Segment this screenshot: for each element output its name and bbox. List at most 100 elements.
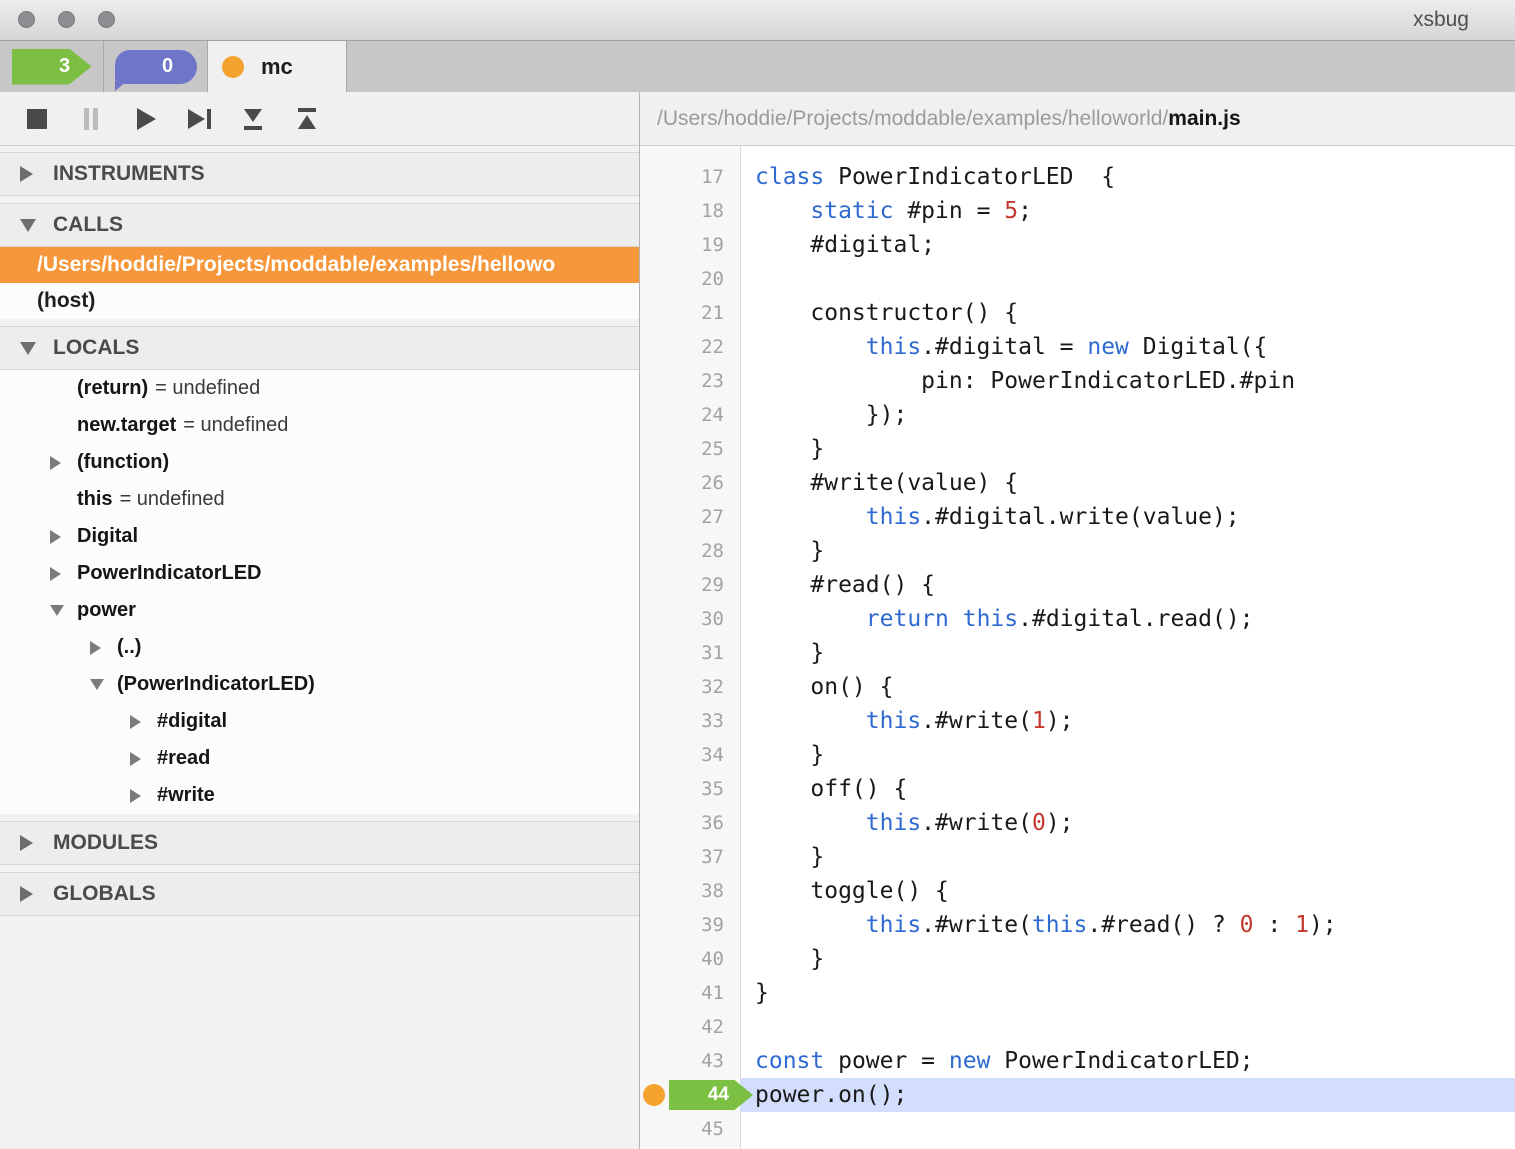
line-number[interactable]: 34 bbox=[640, 738, 740, 772]
local-variable-row[interactable]: new.target= undefined bbox=[0, 407, 639, 444]
line-number[interactable]: 32 bbox=[640, 670, 740, 704]
line-number[interactable]: 45 bbox=[640, 1112, 740, 1146]
local-variable-row[interactable]: #digital bbox=[0, 703, 639, 740]
keyword-token: static bbox=[810, 198, 893, 224]
code-text: this.#write(0); bbox=[740, 806, 1515, 840]
section-modules: MODULES bbox=[0, 821, 639, 865]
title-bar: xsbug bbox=[0, 0, 1515, 41]
line-number[interactable]: 35 bbox=[640, 772, 740, 806]
triangle-right-icon[interactable] bbox=[130, 752, 141, 766]
triangle-right-icon[interactable] bbox=[130, 789, 141, 803]
code-text: power.on(); bbox=[740, 1078, 1515, 1112]
local-variable-row[interactable]: #write bbox=[0, 777, 639, 814]
line-number[interactable]: 29 bbox=[640, 568, 740, 602]
stop-button[interactable] bbox=[22, 104, 52, 134]
messages-tab[interactable]: 0 bbox=[104, 41, 208, 92]
local-variable-row[interactable]: (..) bbox=[0, 629, 639, 666]
triangle-down-icon[interactable] bbox=[90, 679, 104, 690]
line-number[interactable]: 18 bbox=[640, 194, 740, 228]
line-number[interactable]: 33 bbox=[640, 704, 740, 738]
variable-name: this bbox=[77, 488, 113, 511]
line-number[interactable]: 23 bbox=[640, 364, 740, 398]
code-token: .#read() ? bbox=[1087, 912, 1239, 938]
file-path-header: /Users/hoddie/Projects/moddable/examples… bbox=[640, 92, 1515, 146]
line-number[interactable]: 20 bbox=[640, 262, 740, 296]
local-variable-row[interactable]: #read bbox=[0, 740, 639, 777]
line-number[interactable]: 44 bbox=[640, 1078, 740, 1112]
zoom-button[interactable] bbox=[98, 11, 115, 28]
section-header-modules[interactable]: MODULES bbox=[0, 821, 639, 865]
breakpoints-tab[interactable]: 3 bbox=[0, 41, 104, 92]
minimize-button[interactable] bbox=[58, 11, 75, 28]
triangle-right-icon[interactable] bbox=[50, 530, 61, 544]
line-number[interactable]: 27 bbox=[640, 500, 740, 534]
local-variable-row[interactable]: (function) bbox=[0, 444, 639, 481]
step-button[interactable] bbox=[184, 104, 214, 134]
keyword-token: const bbox=[755, 1048, 824, 1074]
line-number[interactable]: 22 bbox=[640, 330, 740, 364]
step-out-button[interactable] bbox=[292, 104, 322, 134]
line-number[interactable]: 39 bbox=[640, 908, 740, 942]
triangle-down-icon[interactable] bbox=[50, 605, 64, 616]
code-text: this.#write(this.#read() ? 0 : 1); bbox=[740, 908, 1515, 942]
section-content-calls: /Users/hoddie/Projects/moddable/examples… bbox=[0, 247, 639, 319]
breakpoint-icon[interactable] bbox=[643, 1084, 665, 1106]
local-variable-row[interactable]: (return)= undefined bbox=[0, 370, 639, 407]
code-token bbox=[755, 912, 866, 938]
line-number[interactable]: 26 bbox=[640, 466, 740, 500]
main-split: INSTRUMENTS CALLS/Users/hoddie/Projects/m… bbox=[0, 92, 1515, 1149]
code-token: Digital({ bbox=[1129, 334, 1267, 360]
line-number[interactable]: 21 bbox=[640, 296, 740, 330]
variable-name: #digital bbox=[157, 710, 227, 733]
line-number[interactable]: 43 bbox=[640, 1044, 740, 1078]
local-variable-row[interactable]: Digital bbox=[0, 518, 639, 555]
line-number[interactable]: 19 bbox=[640, 228, 740, 262]
code-token: .#write( bbox=[921, 708, 1032, 734]
code-token: pin: PowerIndicatorLED.#pin bbox=[755, 368, 1295, 394]
line-number[interactable]: 41 bbox=[640, 976, 740, 1010]
section-header-instruments[interactable]: INSTRUMENTS bbox=[0, 152, 639, 196]
code-text: } bbox=[740, 636, 1515, 670]
code-text: return this.#digital.read(); bbox=[740, 602, 1515, 636]
step-into-icon bbox=[239, 105, 267, 133]
triangle-right-icon[interactable] bbox=[50, 567, 61, 581]
call-frame-row[interactable]: /Users/hoddie/Projects/moddable/examples… bbox=[0, 247, 639, 283]
line-number[interactable]: 25 bbox=[640, 432, 740, 466]
line-number[interactable]: 17 bbox=[640, 160, 740, 194]
code-line: 18 static #pin = 5; bbox=[640, 194, 1515, 228]
code-line: 23 pin: PowerIndicatorLED.#pin bbox=[640, 364, 1515, 398]
pause-button[interactable] bbox=[76, 104, 106, 134]
line-number[interactable]: 37 bbox=[640, 840, 740, 874]
triangle-right-icon[interactable] bbox=[50, 456, 61, 470]
section-header-locals[interactable]: LOCALS bbox=[0, 326, 639, 370]
call-frame-row[interactable]: (host) bbox=[0, 283, 639, 319]
machine-tab-mc[interactable]: mc bbox=[208, 41, 347, 92]
code-line: 26 #write(value) { bbox=[640, 466, 1515, 500]
line-number[interactable]: 36 bbox=[640, 806, 740, 840]
step-into-button[interactable] bbox=[238, 104, 268, 134]
local-variable-row[interactable]: PowerIndicatorLED bbox=[0, 555, 639, 592]
machine-status-dot-icon bbox=[222, 56, 244, 78]
line-number[interactable]: 28 bbox=[640, 534, 740, 568]
code-token bbox=[755, 810, 866, 836]
line-number[interactable]: 30 bbox=[640, 602, 740, 636]
triangle-right-icon[interactable] bbox=[130, 715, 141, 729]
local-variable-row[interactable]: power bbox=[0, 592, 639, 629]
line-number[interactable]: 40 bbox=[640, 942, 740, 976]
keyword-token: this bbox=[866, 504, 921, 530]
line-number[interactable]: 31 bbox=[640, 636, 740, 670]
stop-icon bbox=[23, 105, 51, 133]
line-number[interactable]: 24 bbox=[640, 398, 740, 432]
code-text: this.#digital = new Digital({ bbox=[740, 330, 1515, 364]
close-button[interactable] bbox=[18, 11, 35, 28]
section-header-calls[interactable]: CALLS bbox=[0, 203, 639, 247]
section-instruments: INSTRUMENTS bbox=[0, 152, 639, 196]
triangle-right-icon[interactable] bbox=[90, 641, 101, 655]
local-variable-row[interactable]: (PowerIndicatorLED) bbox=[0, 666, 639, 703]
section-header-globals[interactable]: GLOBALS bbox=[0, 872, 639, 916]
code-token: } bbox=[755, 742, 824, 768]
line-number[interactable]: 38 bbox=[640, 874, 740, 908]
local-variable-row[interactable]: this= undefined bbox=[0, 481, 639, 518]
line-number[interactable]: 42 bbox=[640, 1010, 740, 1044]
run-button[interactable] bbox=[130, 104, 160, 134]
